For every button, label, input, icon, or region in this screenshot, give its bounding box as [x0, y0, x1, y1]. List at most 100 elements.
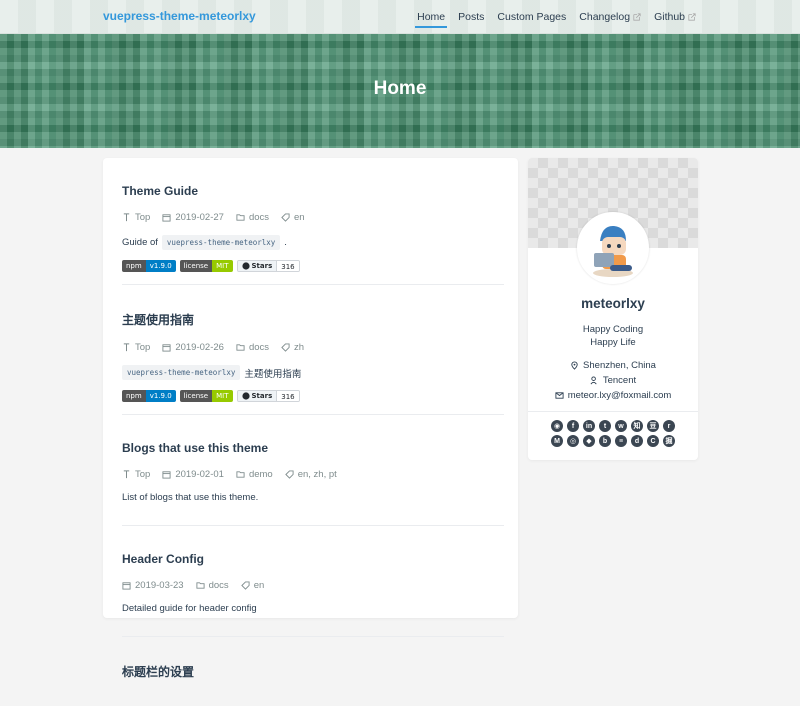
medium-icon[interactable]: M: [551, 435, 563, 447]
folder-icon: [196, 582, 205, 589]
pinned-top: Top: [122, 212, 150, 223]
calendar-icon: [122, 582, 131, 590]
profile-card: meteorlxy Happy Coding Happy Life Shenzh…: [528, 158, 698, 460]
hero-title: Home: [373, 78, 427, 99]
weibo-icon[interactable]: w: [615, 420, 627, 432]
badge-value: v1.9.0: [145, 260, 176, 272]
external-link-icon: [688, 13, 696, 21]
post-tags[interactable]: zh: [281, 342, 304, 353]
post-summary: Detailed guide for header config: [122, 603, 257, 614]
npm-badge[interactable]: npm v1.9.0: [122, 390, 176, 402]
location-row: Shenzhen, China: [528, 358, 698, 373]
npm-badge[interactable]: npm v1.9.0: [122, 260, 176, 272]
post-tags[interactable]: en: [240, 580, 265, 591]
description-line: Happy Life: [590, 337, 636, 348]
profile-description: Happy Coding Happy Life: [528, 323, 698, 349]
top-label: Top: [135, 342, 151, 353]
top-label: Top: [135, 469, 151, 480]
badge-label: npm: [122, 390, 146, 402]
nav-link-posts[interactable]: Posts: [458, 0, 484, 34]
badge-value: MIT: [212, 260, 233, 272]
tag-icon: [284, 470, 294, 479]
stackoverflow-icon[interactable]: ≡: [615, 435, 627, 447]
inline-code: vuepress-theme-meteorlxy: [161, 235, 281, 250]
post-tags[interactable]: en, zh, pt: [284, 469, 337, 480]
badge-label: license: [179, 260, 213, 272]
avatar-illustration: [580, 215, 646, 281]
calendar-icon: [162, 344, 171, 352]
badge-value: MIT: [212, 390, 233, 402]
license-badge[interactable]: license MIT: [179, 260, 233, 272]
bitbucket-icon[interactable]: b: [599, 435, 611, 447]
nav-link-label: Home: [417, 11, 446, 23]
post-summary: List of blogs that use this theme.: [122, 492, 259, 503]
reddit-icon[interactable]: r: [663, 420, 675, 432]
github-icon[interactable]: ◉: [551, 420, 563, 432]
gitlab-icon[interactable]: ◆: [583, 435, 595, 447]
calendar-icon: [162, 214, 171, 222]
avatar: [577, 212, 649, 284]
nav-link-github[interactable]: Github: [654, 0, 696, 34]
post-date: 2019-03-23: [122, 580, 184, 591]
top-label: Top: [135, 212, 151, 223]
post-title-link[interactable]: 主题使用指南: [122, 311, 504, 328]
license-badge[interactable]: license MIT: [179, 390, 233, 402]
post-tags[interactable]: en: [281, 212, 305, 223]
nav-link-changelog[interactable]: Changelog: [579, 0, 641, 34]
pin-icon: [123, 213, 130, 222]
mail-icon: [555, 392, 564, 399]
post-category[interactable]: demo: [236, 469, 273, 480]
email-text: meteor.lxy@foxmail.com: [567, 390, 672, 401]
post-category[interactable]: docs: [236, 212, 269, 223]
description-line: Happy Coding: [582, 324, 644, 335]
nav-link-label: Github: [654, 11, 685, 23]
post-meta: 2019-03-23 docs en: [122, 580, 504, 591]
github-icon: [241, 262, 250, 270]
badge-label: npm: [122, 260, 146, 272]
location-pin-icon: [571, 361, 578, 370]
post-item: Blogs that use this theme Top 2019-02-01…: [122, 415, 504, 526]
navbar: vuepress-theme-meteorlxy Home Posts Cust…: [0, 0, 800, 34]
organization-row: Tencent: [528, 373, 698, 388]
twitter-icon[interactable]: t: [599, 420, 611, 432]
summary-text: 主题使用指南: [244, 368, 302, 380]
post-meta: Top 2019-02-01 demo en, zh, pt: [122, 469, 504, 480]
date-text: 2019-02-01: [175, 469, 224, 480]
github-stars-badge[interactable]: Stars 316: [236, 390, 300, 402]
post-category[interactable]: docs: [236, 342, 269, 353]
juejin-icon[interactable]: 掘: [663, 435, 675, 447]
post-item: Theme Guide Top 2019-02-27 docs en Guide…: [122, 158, 504, 285]
post-title-link[interactable]: Header Config: [122, 552, 504, 566]
pin-icon: [123, 343, 130, 352]
badge-label: license: [179, 390, 213, 402]
facebook-icon[interactable]: f: [567, 420, 579, 432]
post-item: Header Config 2019-03-23 docs en Detaile…: [122, 526, 504, 637]
post-title-link[interactable]: Theme Guide: [122, 184, 504, 198]
github-stars-badge[interactable]: Stars 316: [236, 260, 300, 272]
email-row[interactable]: meteor.lxy@foxmail.com: [528, 388, 698, 403]
zhihu-icon[interactable]: 知: [631, 420, 643, 432]
tags-text: zh: [294, 342, 305, 353]
post-title-link[interactable]: Blogs that use this theme: [122, 441, 504, 455]
docker-hub-icon[interactable]: d: [631, 435, 643, 447]
divider: [528, 411, 698, 412]
nav-link-custom-pages[interactable]: Custom Pages: [497, 0, 566, 34]
site-brand-link[interactable]: vuepress-theme-meteorlxy: [103, 9, 256, 23]
instagram-icon[interactable]: ◎: [567, 435, 579, 447]
linkedin-icon[interactable]: in: [583, 420, 595, 432]
douban-icon[interactable]: 豆: [647, 420, 659, 432]
stars-label: Stars: [251, 262, 273, 270]
tags-text: en: [253, 580, 265, 591]
category-text: docs: [248, 342, 270, 353]
csdn-icon[interactable]: C: [647, 435, 659, 447]
post-title-link[interactable]: 标题栏的设置: [122, 663, 504, 680]
badges: npm v1.9.0 license MIT Stars 316: [122, 260, 504, 272]
post-category[interactable]: docs: [196, 580, 229, 591]
inline-code: vuepress-theme-meteorlxy: [122, 365, 241, 380]
badge-label: Stars: [237, 261, 277, 271]
nav-link-home[interactable]: Home: [415, 0, 448, 34]
folder-icon: [236, 214, 245, 221]
pinned-top: Top: [122, 342, 150, 353]
post-list: Theme Guide Top 2019-02-27 docs en Guide…: [103, 158, 518, 679]
tag-icon: [281, 343, 290, 352]
